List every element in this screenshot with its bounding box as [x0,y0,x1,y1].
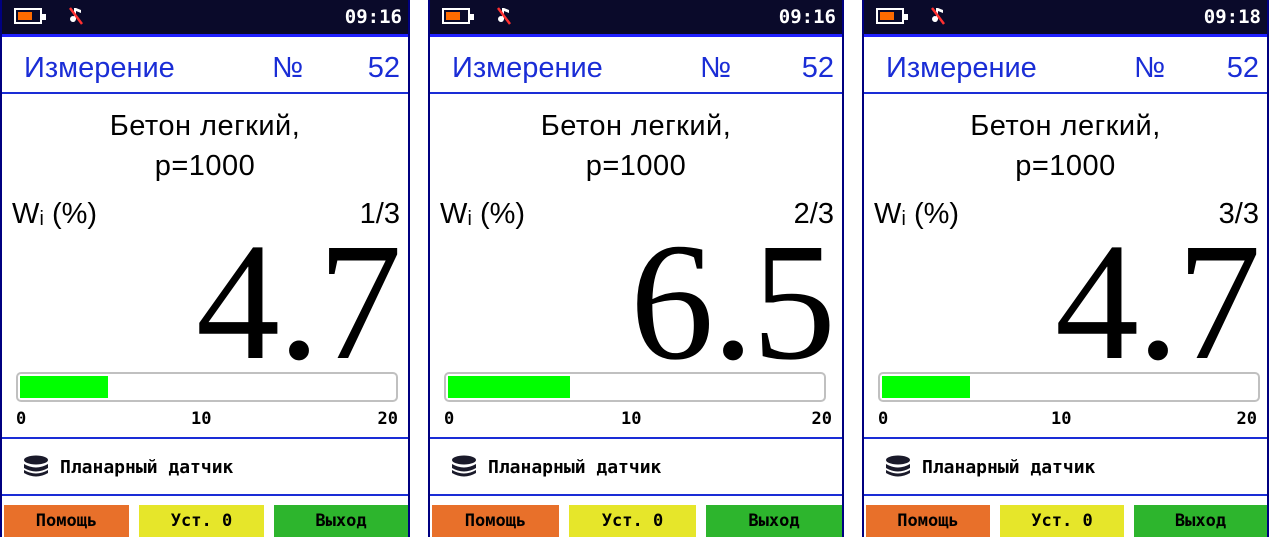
divider [2,494,408,496]
divider [864,437,1267,439]
battery-icon [14,8,46,24]
material-info: Бетон легкий, р=1000 [2,106,408,186]
battery-icon [442,8,474,24]
sensor-info: Планарный датчик [884,452,1095,482]
sensor-info: Планарный датчик [450,452,661,482]
scale-mid: 10 [191,409,212,429]
status-bar: 09:18 [864,0,1267,37]
set-zero-button[interactable]: Уст. 0 [569,505,696,537]
database-stack-icon [452,455,476,477]
moisture-label: Wᵢ (%) [440,198,526,230]
level-scale: 0 10 20 [2,409,408,431]
clock: 09:16 [778,6,836,28]
scale-mid: 10 [621,409,642,429]
sound-off-icon [69,7,83,25]
number-sign: № [272,52,304,84]
divider [864,494,1267,496]
title-label: Измерение [452,52,603,84]
measurement-title: Измерение № 52 [864,52,1267,92]
material-density: р=1000 [1015,150,1116,182]
set-zero-button[interactable]: Уст. 0 [1000,505,1124,537]
status-bar: 09:16 [430,0,842,37]
material-info: Бетон легкий, р=1000 [864,106,1267,186]
sensor-info: Планарный датчик [22,452,233,482]
reading-value: 6.5 [630,209,836,395]
database-stack-icon [886,455,910,477]
number-sign: № [700,52,732,84]
material-name: Бетон легкий, [540,110,732,142]
divider [430,92,842,94]
sensor-label: Планарный датчик [60,456,234,478]
material-density: р=1000 [154,150,256,182]
set-zero-button[interactable]: Уст. 0 [139,505,264,537]
help-button[interactable]: Помощь [432,505,559,537]
exit-button[interactable]: Выход [274,505,408,537]
device-screen: 09:16 Измерение № 52 Бетон легкий, р=100… [428,0,844,537]
softkey-bar: Помощь Уст. 0 Выход [2,505,408,537]
scale-max: 20 [377,409,398,429]
clock: 09:18 [1203,6,1261,28]
reading-value: 4.7 [196,209,402,395]
sensor-label: Планарный датчик [488,456,662,478]
exit-button[interactable]: Выход [706,505,842,537]
scale-min: 0 [444,409,455,429]
material-info: Бетон легкий, р=1000 [430,106,842,186]
scale-max: 20 [811,409,832,429]
level-scale: 0 10 20 [864,409,1267,431]
status-bar: 09:16 [2,0,408,37]
scale-mid: 10 [1051,409,1072,429]
clock: 09:16 [344,6,402,28]
database-stack-icon [24,455,48,477]
measurement-title: Измерение № 52 [430,52,842,92]
level-bar [444,372,826,402]
title-label: Измерение [24,52,175,84]
sensor-label: Планарный датчик [922,456,1096,478]
softkey-bar: Помощь Уст. 0 Выход [430,505,842,537]
divider [430,437,842,439]
title-label: Измерение [886,52,1037,84]
measurement-number: 52 [801,52,834,84]
moisture-label: Wᵢ (%) [874,198,960,230]
level-bar [16,372,398,402]
help-button[interactable]: Помощь [4,505,129,537]
exit-button[interactable]: Выход [1134,505,1267,537]
level-bar [878,372,1260,402]
device-screen: 09:18 Измерение № 52 Бетон легкий, р=100… [862,0,1269,537]
scale-min: 0 [878,409,889,429]
level-bar-fill [448,376,570,398]
level-bar-fill [20,376,108,398]
softkey-bar: Помощь Уст. 0 Выход [864,505,1267,537]
help-button[interactable]: Помощь [866,505,990,537]
measurement-number: 52 [1226,52,1259,84]
level-scale: 0 10 20 [430,409,842,431]
measurement-title: Измерение № 52 [2,52,408,92]
divider [2,437,408,439]
material-density: р=1000 [585,150,687,182]
divider [430,494,842,496]
scale-min: 0 [16,409,27,429]
divider [2,92,408,94]
battery-icon [876,8,908,24]
scale-max: 20 [1236,409,1257,429]
material-name: Бетон легкий, [109,110,301,142]
moisture-label: Wᵢ (%) [12,198,98,230]
measurement-number: 52 [367,52,400,84]
divider [864,92,1267,94]
device-screen: 09:16 Измерение № 52 Бетон легкий, р=100… [0,0,410,537]
reading-value: 4.7 [1055,209,1261,395]
level-bar-fill [882,376,970,398]
sound-off-icon [931,7,945,25]
material-name: Бетон легкий, [970,110,1161,142]
sound-off-icon [497,7,511,25]
number-sign: № [1134,52,1166,84]
